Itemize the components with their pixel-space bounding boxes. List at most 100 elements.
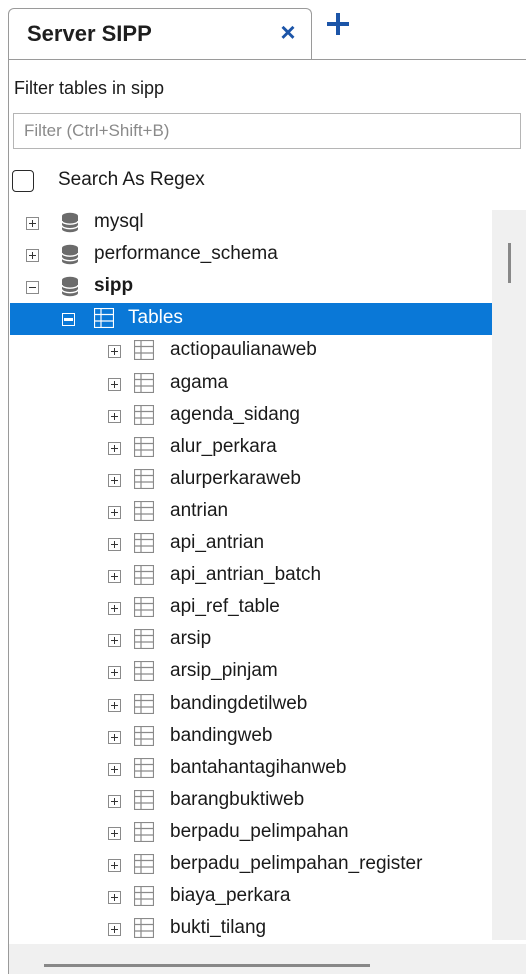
table-label: bandingdetilweb bbox=[170, 692, 308, 714]
tree-node-table[interactable]: berpadu_pelimpahan_register bbox=[0, 849, 526, 881]
tree-node-table[interactable]: alurperkaraweb bbox=[0, 464, 526, 496]
table-icon bbox=[133, 532, 155, 554]
tab-server-sipp[interactable]: Server SIPP × bbox=[8, 8, 312, 60]
table-label: bandingweb bbox=[170, 724, 273, 746]
database-label: performance_schema bbox=[94, 243, 278, 265]
expand-icon[interactable] bbox=[108, 826, 121, 840]
tab-strip: Server SIPP × bbox=[0, 0, 526, 60]
expand-icon[interactable] bbox=[108, 730, 121, 744]
filter-label: Filter tables in sipp bbox=[14, 78, 165, 98]
tree-node-database[interactable]: sipp bbox=[0, 271, 526, 303]
table-icon bbox=[133, 789, 155, 810]
plus-icon[interactable] bbox=[326, 12, 350, 36]
table-icon bbox=[133, 597, 155, 618]
table-icon bbox=[133, 404, 155, 425]
vertical-scroll-thumb[interactable] bbox=[508, 243, 511, 283]
tree-node-table[interactable]: bukti_tilang bbox=[0, 913, 526, 945]
tree-node-tables-folder[interactable]: Tables bbox=[10, 303, 492, 336]
expand-icon[interactable] bbox=[108, 570, 121, 584]
horizontal-scroll-thumb[interactable] bbox=[44, 964, 370, 967]
table-icon bbox=[133, 564, 155, 586]
expand-icon[interactable] bbox=[108, 441, 121, 455]
checkbox-label: Search As Regex bbox=[58, 169, 205, 190]
filter-input[interactable] bbox=[13, 113, 521, 149]
tree-node-table[interactable]: api_antrian_batch bbox=[0, 560, 526, 592]
tree-node-table[interactable]: api_antrian bbox=[0, 528, 526, 560]
table-icon bbox=[133, 725, 155, 746]
tree-node-table[interactable]: api_ref_table bbox=[0, 592, 526, 624]
table-label: api_antrian_batch bbox=[170, 564, 322, 586]
table-icon bbox=[133, 468, 155, 489]
expand-icon[interactable] bbox=[108, 634, 121, 648]
table-label: barangbuktiweb bbox=[170, 788, 305, 810]
table-icon bbox=[133, 918, 155, 939]
database-icon bbox=[59, 211, 81, 235]
table-icon bbox=[93, 308, 115, 329]
expand-icon[interactable] bbox=[108, 891, 121, 905]
tab-title: Server SIPP bbox=[27, 21, 152, 46]
expand-icon[interactable] bbox=[108, 923, 121, 937]
database-icon bbox=[59, 275, 81, 299]
table-label: alur_perkara bbox=[170, 435, 277, 457]
table-label: antrian bbox=[170, 499, 229, 521]
tree-node-database[interactable]: mysql bbox=[0, 207, 526, 239]
table-icon bbox=[133, 340, 155, 361]
horizontal-scrollbar[interactable] bbox=[9, 944, 526, 974]
table-label: api_ref_table bbox=[170, 596, 280, 618]
tree-node-table[interactable]: actiopaulianaweb bbox=[0, 335, 526, 367]
table-icon bbox=[133, 661, 155, 682]
expand-icon[interactable] bbox=[108, 409, 121, 423]
expand-icon[interactable] bbox=[108, 473, 121, 487]
table-icon bbox=[133, 372, 155, 393]
collapse-icon[interactable] bbox=[62, 313, 75, 327]
tree-node-table[interactable]: arsip_pinjam bbox=[0, 656, 526, 688]
tree-node-table[interactable]: arsip bbox=[0, 624, 526, 656]
database-label: mysql bbox=[94, 211, 144, 232]
table-icon bbox=[133, 757, 155, 778]
expand-icon[interactable] bbox=[108, 345, 121, 359]
expand-icon[interactable] bbox=[26, 249, 39, 263]
table-icon bbox=[133, 629, 155, 650]
table-icon bbox=[133, 500, 155, 521]
expand-icon[interactable] bbox=[108, 859, 121, 872]
database-label: sipp bbox=[94, 275, 134, 297]
expand-icon[interactable] bbox=[108, 666, 121, 680]
tree-node-table[interactable]: biaya_perkara bbox=[0, 881, 526, 913]
table-label: biaya_perkara bbox=[170, 885, 291, 907]
table-label: actiopaulianaweb bbox=[170, 339, 317, 361]
database-icon bbox=[59, 243, 81, 267]
tree-node-table[interactable]: agama bbox=[0, 368, 526, 400]
tree-node-table[interactable]: bandingweb bbox=[0, 721, 526, 753]
table-icon bbox=[133, 853, 155, 875]
tree-node-table[interactable]: alur_perkara bbox=[0, 432, 526, 464]
expand-icon[interactable] bbox=[108, 794, 121, 808]
table-label: arsip_pinjam bbox=[170, 660, 278, 682]
table-label: berpadu_pelimpahan_register bbox=[170, 853, 423, 874]
table-label: bantahantagihanweb bbox=[170, 756, 347, 778]
table-label: agama bbox=[170, 371, 229, 393]
tree-node-table[interactable]: berpadu_pelimpahan bbox=[0, 817, 526, 849]
expand-icon[interactable] bbox=[108, 698, 121, 712]
expand-icon[interactable] bbox=[108, 602, 121, 616]
table-icon bbox=[133, 436, 155, 457]
expand-icon[interactable] bbox=[108, 505, 121, 519]
table-label: arsip bbox=[170, 628, 212, 650]
table-label: api_antrian bbox=[170, 532, 265, 553]
expand-icon[interactable] bbox=[108, 538, 121, 551]
checkbox-box[interactable] bbox=[12, 170, 34, 192]
vertical-scrollbar[interactable] bbox=[492, 210, 526, 940]
expand-icon[interactable] bbox=[108, 377, 121, 391]
tree-node-table[interactable]: bandingdetilweb bbox=[0, 689, 526, 721]
table-label: alurperkaraweb bbox=[170, 467, 301, 489]
table-label: bukti_tilang bbox=[170, 917, 267, 939]
close-icon[interactable]: × bbox=[277, 19, 299, 45]
expand-icon[interactable] bbox=[108, 762, 121, 776]
collapse-icon[interactable] bbox=[26, 281, 39, 295]
tree-node-table[interactable]: bantahantagihanweb bbox=[0, 753, 526, 785]
tree-node-table[interactable]: antrian bbox=[0, 496, 526, 528]
tree-node-database[interactable]: performance_schema bbox=[0, 239, 526, 271]
expand-icon[interactable] bbox=[26, 217, 39, 230]
table-icon bbox=[133, 693, 155, 714]
tree-node-table[interactable]: agenda_sidang bbox=[0, 400, 526, 432]
tree-node-table[interactable]: barangbuktiweb bbox=[0, 785, 526, 817]
